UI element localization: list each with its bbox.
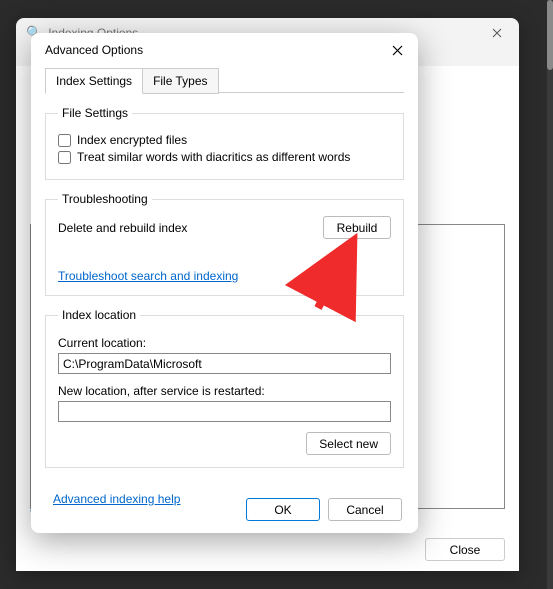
dialog-close-button[interactable] (382, 37, 412, 63)
troubleshooting-legend: Troubleshooting (58, 192, 152, 206)
index-encrypted-checkbox[interactable] (58, 134, 71, 147)
current-location-label: Current location: (58, 336, 391, 350)
dialog-button-row: OK Cancel (246, 498, 402, 521)
page-scrollbar-thumb[interactable] (547, 0, 553, 70)
index-encrypted-label: Index encrypted files (77, 133, 187, 147)
parent-window-close-button[interactable] (474, 18, 519, 48)
page-scrollbar-track (547, 0, 553, 589)
file-settings-legend: File Settings (58, 106, 132, 120)
file-settings-group: File Settings Index encrypted files Trea… (45, 106, 404, 180)
treat-diacritics-row[interactable]: Treat similar words with diacritics as d… (58, 150, 391, 164)
tab-file-types[interactable]: File Types (143, 68, 218, 94)
index-encrypted-row[interactable]: Index encrypted files (58, 133, 391, 147)
troubleshooting-group: Troubleshooting Delete and rebuild index… (45, 192, 404, 296)
rebuild-button[interactable]: Rebuild (323, 216, 391, 239)
advanced-indexing-help-link[interactable]: Advanced indexing help (53, 492, 180, 506)
current-location-field[interactable] (58, 353, 391, 374)
tab-strip: Index Settings File Types (31, 67, 418, 94)
index-location-legend: Index location (58, 308, 140, 322)
close-icon (492, 28, 502, 38)
tab-index-settings[interactable]: Index Settings (45, 68, 143, 94)
select-new-button[interactable]: Select new (306, 432, 391, 455)
close-icon (392, 45, 403, 56)
dialog-title: Advanced Options (45, 43, 143, 57)
parent-close-button[interactable]: Close (425, 538, 505, 561)
advanced-options-dialog: Advanced Options Index Settings File Typ… (31, 33, 418, 533)
treat-diacritics-label: Treat similar words with diacritics as d… (77, 150, 350, 164)
dialog-titlebar: Advanced Options (31, 33, 418, 67)
delete-rebuild-label: Delete and rebuild index (58, 221, 187, 235)
new-location-field[interactable] (58, 401, 391, 422)
tab-panel-index-settings: File Settings Index encrypted files Trea… (31, 94, 418, 492)
delete-rebuild-row: Delete and rebuild index Rebuild (58, 216, 391, 239)
index-location-group: Index location Current location: New loc… (45, 308, 404, 468)
ok-button[interactable]: OK (246, 498, 320, 521)
troubleshoot-link[interactable]: Troubleshoot search and indexing (58, 269, 238, 283)
new-location-label: New location, after service is restarted… (58, 384, 391, 398)
treat-diacritics-checkbox[interactable] (58, 151, 71, 164)
cancel-button[interactable]: Cancel (328, 498, 402, 521)
